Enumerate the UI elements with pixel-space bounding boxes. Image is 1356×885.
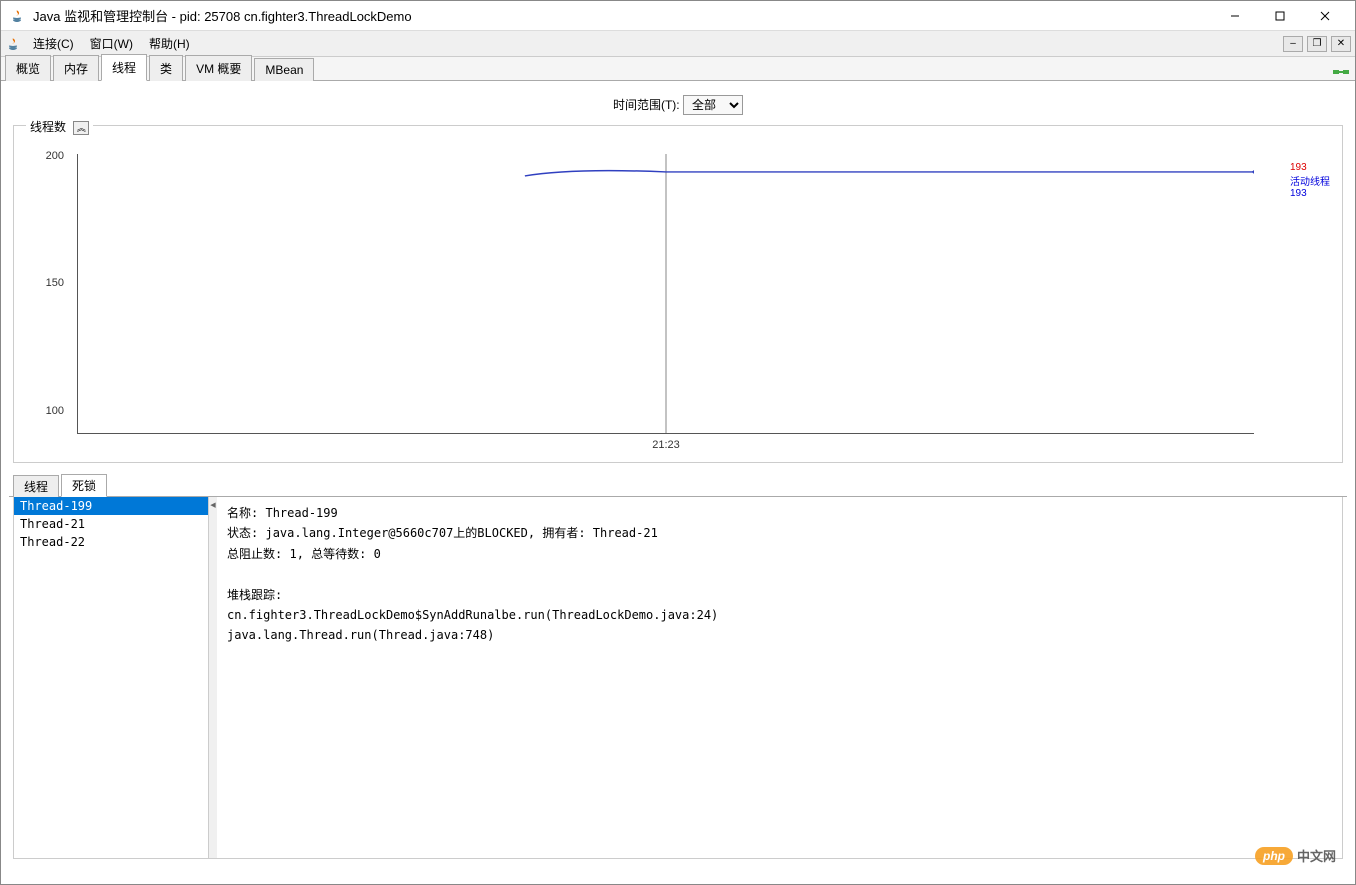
- detail-waited-label: 总等待数:: [311, 547, 366, 561]
- chart-title-text: 线程数: [30, 120, 66, 134]
- lower-tabbar: 线程 死锁: [9, 475, 1347, 497]
- y-tick-150: 150: [46, 277, 64, 289]
- tab-mbean[interactable]: MBean: [254, 58, 314, 81]
- window-controls: [1212, 2, 1347, 30]
- x-tick: 21:23: [652, 439, 680, 451]
- detail-state-value: java.lang.Integer@5660c707上的BLOCKED, 拥有者…: [265, 526, 657, 540]
- thread-detail-text[interactable]: 名称: Thread-199 状态: java.lang.Integer@566…: [217, 497, 1342, 858]
- main-tabbar: 概览 内存 线程 类 VM 概要 MBean: [1, 57, 1355, 81]
- thread-count-chart-panel: 线程数 ︽ 200 150 100 21:23 193 活动线程 193: [13, 125, 1343, 463]
- detail-name-value: Thread-199: [265, 506, 337, 520]
- y-tick-200: 200: [46, 150, 64, 162]
- time-range-row: 时间范围(T): 全部: [9, 89, 1347, 121]
- watermark-badge: php: [1255, 847, 1293, 865]
- split-divider[interactable]: [209, 497, 217, 858]
- menu-window[interactable]: 窗口(W): [82, 32, 141, 55]
- chart-title: 线程数 ︽: [26, 118, 93, 135]
- chart-legend: 193 活动线程 193: [1290, 162, 1330, 199]
- java-icon: [9, 8, 25, 24]
- list-item[interactable]: Thread-22: [14, 533, 208, 551]
- chart-y-axis: 200 150 100: [22, 144, 72, 434]
- lower-tab-threads[interactable]: 线程: [13, 475, 59, 497]
- minimize-button[interactable]: [1212, 2, 1257, 30]
- detail-state-label: 状态:: [227, 526, 258, 540]
- lower-tab-deadlock[interactable]: 死锁: [61, 474, 107, 497]
- inner-window-controls: ‒ ❐ ✕: [1283, 36, 1351, 52]
- content-area: 时间范围(T): 全部 线程数 ︽ 200 150 100 21:23: [1, 81, 1355, 867]
- menubar: 连接(C) 窗口(W) 帮助(H) ‒ ❐ ✕: [1, 31, 1355, 57]
- detail-name-row: 名称: Thread-199: [227, 503, 1332, 523]
- chart-plot-area[interactable]: 21:23: [77, 154, 1254, 434]
- watermark-text: 中文网: [1297, 846, 1336, 865]
- inner-minimize-button[interactable]: ‒: [1283, 36, 1303, 52]
- list-item[interactable]: Thread-199: [14, 497, 208, 515]
- detail-blocked-label: 总阻止数:: [227, 547, 282, 561]
- chart-area: 200 150 100 21:23 193 活动线程 193: [22, 144, 1334, 454]
- detail-blocked-value: 1,: [289, 547, 303, 561]
- thread-list[interactable]: Thread-199 Thread-21 Thread-22: [14, 497, 209, 858]
- stack-line: cn.fighter3.ThreadLockDemo$SynAddRunalbe…: [227, 605, 1332, 625]
- watermark: php 中文网: [1255, 846, 1336, 865]
- tab-threads[interactable]: 线程: [101, 54, 147, 81]
- java-icon-small: [5, 36, 21, 52]
- chart-collapse-button[interactable]: ︽: [73, 121, 89, 135]
- detail-name-label: 名称:: [227, 506, 258, 520]
- window-title: Java 监视和管理控制台 - pid: 25708 cn.fighter3.T…: [33, 6, 1212, 25]
- close-button[interactable]: [1302, 2, 1347, 30]
- menu-help[interactable]: 帮助(H): [141, 32, 198, 55]
- detail-state-row: 状态: java.lang.Integer@5660c707上的BLOCKED,…: [227, 523, 1332, 543]
- legend-live-label: 活动线程: [1290, 173, 1330, 188]
- tab-overview[interactable]: 概览: [5, 55, 51, 81]
- legend-live-value: 193: [1290, 188, 1330, 199]
- tab-memory[interactable]: 内存: [53, 55, 99, 81]
- inner-close-button[interactable]: ✕: [1331, 36, 1351, 52]
- detail-stack-label: 堆栈跟踪:: [227, 585, 1332, 605]
- thread-detail-split: Thread-199 Thread-21 Thread-22 名称: Threa…: [13, 497, 1343, 859]
- menu-connect[interactable]: 连接(C): [25, 32, 82, 55]
- tab-vm[interactable]: VM 概要: [185, 55, 252, 81]
- legend-peak-value: 193: [1290, 162, 1330, 173]
- y-tick-100: 100: [46, 405, 64, 417]
- connection-status-icon: [1331, 64, 1351, 80]
- detail-waited-value: 0: [374, 547, 381, 561]
- tab-classes[interactable]: 类: [149, 55, 183, 81]
- inner-restore-button[interactable]: ❐: [1307, 36, 1327, 52]
- detail-counts-row: 总阻止数: 1, 总等待数: 0: [227, 544, 1332, 564]
- time-range-label: 时间范围(T):: [613, 98, 680, 112]
- stack-line: java.lang.Thread.run(Thread.java:748): [227, 625, 1332, 645]
- list-item[interactable]: Thread-21: [14, 515, 208, 533]
- time-range-select[interactable]: 全部: [683, 95, 743, 115]
- chart-svg: [78, 154, 1254, 433]
- maximize-button[interactable]: [1257, 2, 1302, 30]
- window-titlebar: Java 监视和管理控制台 - pid: 25708 cn.fighter3.T…: [1, 1, 1355, 31]
